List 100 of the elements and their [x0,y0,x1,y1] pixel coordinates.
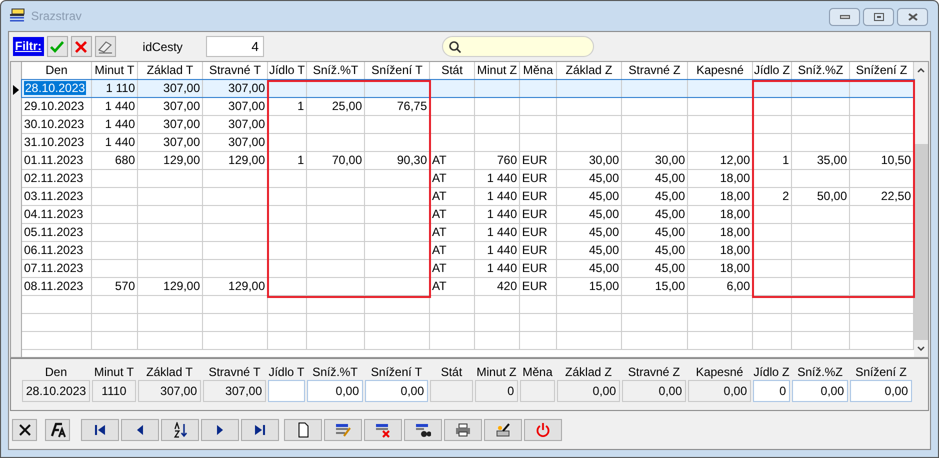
close-button[interactable] [897,8,928,26]
table-cell: AT [432,243,446,257]
table-cell: 10,50 [880,153,911,167]
input-field[interactable] [268,380,305,402]
table-cell: 31.10.2023 [24,135,84,149]
table-cell: 1 440 [104,135,135,149]
table-cell: EUR [522,189,548,203]
table-cell: 307,00 [228,99,265,113]
table-cell: 22,50 [880,189,911,203]
field-label: Kapesné [696,364,744,380]
toolbar-button[interactable] [484,419,522,441]
scrollbar[interactable] [914,62,928,357]
input-field[interactable]: 0,00 [557,380,620,402]
power-icon [535,422,551,438]
toolbar-button[interactable] [45,419,70,441]
close-icon [906,13,918,21]
toolbar-button[interactable] [241,419,279,441]
table-cell: 45,00 [654,207,685,221]
table-cell: 18,00 [720,243,750,257]
field-label: Snížení T [370,364,422,380]
table-cell: 70,00 [332,153,362,167]
input-field[interactable]: 0 [753,380,790,402]
toolbar-button[interactable] [81,419,119,441]
field-label: idCesty [142,38,184,56]
toolbar-button[interactable] [284,419,322,441]
input-field[interactable] [520,380,555,402]
field-label: Základ Z [565,364,612,380]
table-cell: 680 [114,153,135,167]
input-field[interactable]: 1110 [92,380,136,402]
table-cell: 04.11.2023 [24,207,84,221]
input-field[interactable]: 0,00 [850,380,912,402]
clear-filter-button[interactable] [70,36,92,57]
minimize-button[interactable] [829,8,860,26]
table-cell: 28.10.2023 [24,81,86,95]
toolbar-button[interactable] [444,419,482,441]
toolbar-button[interactable] [201,419,239,441]
scroll-thumb[interactable] [914,144,928,340]
font-size-icon [50,422,66,438]
input-field[interactable] [430,380,473,402]
eraser-icon [97,40,114,54]
table-cell: 35,00 [816,153,847,167]
maximize-button[interactable] [863,8,894,26]
table-cell: 1 440 [486,243,517,257]
cross-icon [75,40,88,52]
table-cell: 1 [297,153,304,167]
table-cell: 45,00 [588,261,619,275]
table-cell: 129,00 [228,153,265,167]
table-cell: AT [432,279,446,293]
table-cell: 1 440 [486,207,517,221]
table-cell: AT [432,189,446,203]
table-cell: 1 440 [486,171,517,185]
close-icon [16,422,32,438]
field-label: Stát [440,364,462,380]
input-field[interactable]: 0,00 [365,380,428,402]
toolbar-button[interactable] [404,419,442,441]
table-cell: 307,00 [163,135,200,149]
maximize-icon [874,13,884,21]
table-cell: AT [432,171,446,185]
field-label: Stravné Z [628,364,680,380]
table-cell: 45,00 [654,243,685,257]
table-cell: 03.11.2023 [24,189,84,203]
field-label: Základ T [146,364,193,380]
table-cell: 15,00 [654,279,685,293]
input-field[interactable]: 28.10.2023 [22,380,90,402]
input-field[interactable]: 0,00 [622,380,686,402]
input-field[interactable]: 0 [475,380,518,402]
selected-row[interactable]: 28.10.2023 1 110 307,00 307,00 [22,80,914,97]
field-label: Minut Z [476,364,516,380]
id-field[interactable]: 4 [206,36,264,57]
table-cell: 1 110 [106,81,135,95]
table-cell: 18,00 [720,261,750,275]
table-cell: 307,00 [228,135,265,149]
table-cell: AT [432,225,446,239]
first-record-icon [92,422,108,438]
filter-label: Filtr: [13,37,44,56]
input-field[interactable]: 0,00 [792,380,848,402]
table-cell: 30,00 [588,153,619,167]
field-label: Stravné T [208,364,260,380]
printer-settings-icon [495,422,511,438]
table-cell: AT [432,207,446,221]
table-cell: 45,00 [654,189,685,203]
table-cell: 45,00 [654,261,685,275]
edit-record-icon [335,422,351,438]
input-field[interactable]: 307,00 [203,380,266,402]
apply-filter-button[interactable] [46,36,68,57]
table-cell: EUR [522,243,548,257]
table-cell: 45,00 [654,225,685,239]
input-field[interactable]: 0,00 [688,380,751,402]
table-cell: EUR [522,207,548,221]
eraser-button[interactable] [94,36,116,57]
table-cell: 45,00 [588,171,619,185]
table-cell: 18,00 [720,207,750,221]
field-label: Sníž.%T [312,364,358,380]
input-field[interactable]: 307,00 [138,380,201,402]
toolbar-button[interactable] [121,419,159,441]
toolbar-button[interactable] [12,419,37,441]
toolbar-button[interactable] [161,419,199,441]
input-field[interactable]: 0,00 [307,380,363,402]
table-cell: 18,00 [720,225,750,239]
search-field[interactable] [442,36,594,57]
